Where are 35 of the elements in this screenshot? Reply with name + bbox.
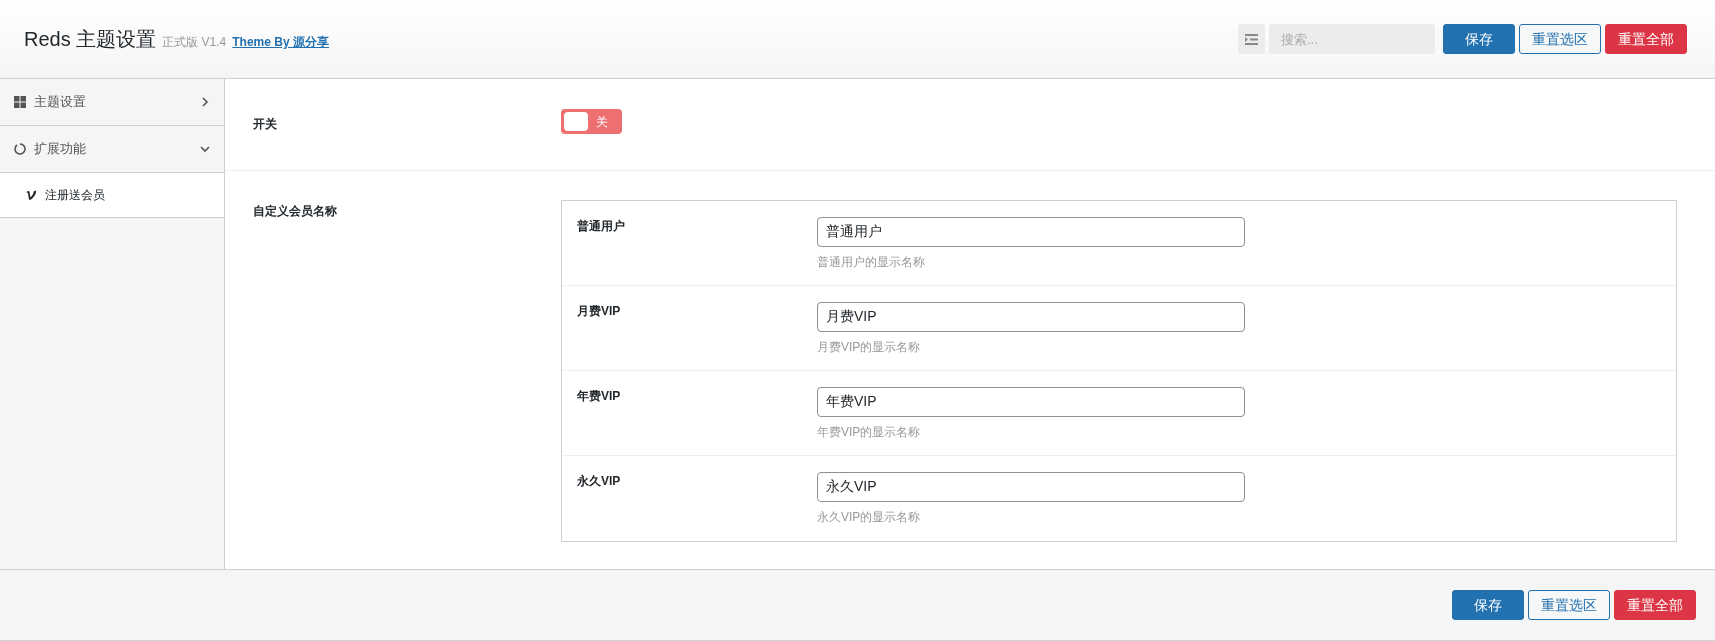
sidebar-subitem[interactable]: 注册送会员 — [0, 173, 224, 218]
sidebar-label: 注册送会员 — [45, 187, 105, 204]
reset-button[interactable]: 重置选区 — [1528, 590, 1610, 620]
field-hint: 月费VIP的显示名称 — [817, 339, 922, 356]
save-button[interactable]: 保存 — [1443, 24, 1515, 54]
expand-list-icon[interactable] — [1238, 24, 1265, 54]
field-hint: 永久VIP的显示名称 — [817, 509, 922, 526]
page-title: Reds 主题设置 — [24, 27, 157, 52]
reset-button[interactable]: 重置选区 — [1519, 24, 1601, 54]
field-label: 月费VIP — [577, 303, 622, 320]
save-button[interactable]: 保存 — [1452, 590, 1524, 620]
sidebar-label: 扩展功能 — [34, 140, 87, 159]
field-hint: 普通用户的显示名称 — [817, 254, 926, 271]
chevron-down-icon — [200, 144, 210, 154]
toggle-switch[interactable]: 关 — [561, 109, 622, 134]
text-field[interactable]: 年费VIP — [817, 387, 1245, 417]
reset-button[interactable]: 重置全部 — [1605, 24, 1687, 54]
chevron-right-icon — [200, 97, 210, 107]
search-field[interactable]: 搜索... — [1269, 24, 1435, 54]
field-label: 永久VIP — [577, 473, 622, 490]
sidebar-item[interactable]: 主题设置 — [0, 79, 224, 126]
field-label: 自定义会员名称 — [253, 203, 338, 220]
field-label: 年费VIP — [577, 388, 622, 405]
grid-icon — [14, 96, 26, 108]
reset-button[interactable]: 重置全部 — [1614, 590, 1696, 620]
text-field[interactable]: 普通用户 — [817, 217, 1245, 247]
field-label: 普通用户 — [577, 218, 626, 235]
text-field[interactable]: 永久VIP — [817, 472, 1245, 502]
sidebar-label: 主题设置 — [34, 93, 87, 112]
field-label: 开关 — [253, 116, 278, 133]
field-hint: 年费VIP的显示名称 — [817, 424, 922, 441]
v-logo-icon — [26, 190, 37, 200]
text-field[interactable]: 月费VIP — [817, 302, 1245, 332]
edition-label: 正式版 V1.4 — [162, 34, 227, 51]
credit-link[interactable]: Theme By 源分享 — [232, 33, 329, 51]
